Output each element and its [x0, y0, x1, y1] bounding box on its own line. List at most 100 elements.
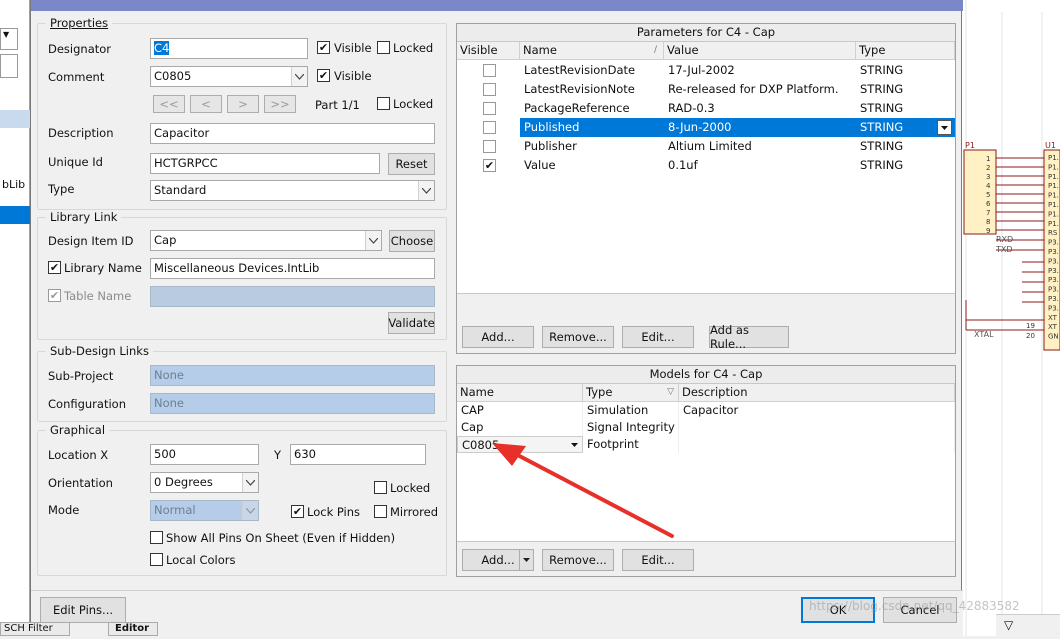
- parameter-type-cell: STRING: [860, 63, 904, 77]
- parameter-row[interactable]: LatestRevisionDate 17-Jul-2002 STRING: [457, 61, 955, 80]
- designator-locked-checkbox[interactable]: [377, 41, 390, 54]
- p1-pin-number: 9: [986, 227, 990, 235]
- parameter-visible-checkbox[interactable]: [483, 121, 496, 134]
- model-row[interactable]: Cap Signal Integrity: [457, 419, 955, 436]
- prev-part-button[interactable]: <: [190, 95, 222, 113]
- model-remove-button[interactable]: Remove...: [542, 549, 614, 571]
- validate-button[interactable]: Validate: [388, 312, 435, 334]
- edit-pins-button[interactable]: Edit Pins...: [40, 597, 126, 623]
- reset-button[interactable]: Reset: [388, 153, 435, 175]
- parameter-row[interactable]: Published 8-Jun-2000 STRING: [457, 118, 955, 137]
- type-select[interactable]: Standard: [150, 180, 435, 201]
- param-col-value[interactable]: Value: [664, 42, 856, 60]
- p1-pin-number: 4: [986, 182, 991, 190]
- parameter-row[interactable]: PackageReference RAD-0.3 STRING: [457, 99, 955, 118]
- model-row[interactable]: CAP Simulation Capacitor: [457, 402, 955, 419]
- param-col-name[interactable]: Name ∕: [520, 42, 664, 60]
- designator-input[interactable]: C4: [150, 38, 308, 59]
- graphical-locked-checkbox[interactable]: [374, 481, 387, 494]
- parameter-row[interactable]: ✔ Value 0.1uf STRING: [457, 156, 955, 175]
- sub-project-value: None: [154, 368, 185, 382]
- type-value: Standard: [154, 183, 207, 197]
- toolbar-field[interactable]: [0, 54, 18, 78]
- model-col-type[interactable]: Type ▽: [583, 384, 679, 402]
- library-name-checkbox[interactable]: ✔: [48, 261, 61, 274]
- library-link-group-title: Library Link: [46, 210, 122, 224]
- designator-locked-label: Locked: [393, 41, 434, 55]
- add-as-rule-button[interactable]: Add as Rule...: [709, 323, 789, 351]
- location-x-input[interactable]: 500: [150, 444, 259, 465]
- location-y-label: Y: [274, 448, 282, 462]
- tab-editor[interactable]: Editor: [108, 622, 158, 636]
- first-part-button[interactable]: <<: [153, 95, 185, 113]
- funnel-icon[interactable]: ▽: [1004, 618, 1013, 632]
- chevron-down-icon[interactable]: [291, 67, 307, 86]
- param-edit-button[interactable]: Edit...: [622, 326, 694, 348]
- comment-visible-checkbox[interactable]: ✔: [317, 69, 330, 82]
- mode-select[interactable]: Normal: [150, 500, 259, 521]
- param-col-name-label: Name: [523, 43, 557, 57]
- design-item-id-combobox[interactable]: Cap: [150, 230, 382, 251]
- parameter-visible-checkbox[interactable]: [483, 140, 496, 153]
- chevron-down-icon[interactable]: [242, 501, 258, 520]
- local-colors-checkbox[interactable]: [150, 553, 163, 566]
- configuration-input[interactable]: None: [150, 393, 435, 414]
- model-add-button[interactable]: Add...: [462, 549, 534, 571]
- chevron-down-icon[interactable]: [418, 181, 434, 200]
- tab-sch-filter[interactable]: SCH Filter: [0, 622, 70, 636]
- p1-pin-number: 3: [986, 173, 990, 181]
- panel-header: [0, 110, 30, 128]
- table-name-checkbox[interactable]: ✔: [48, 289, 61, 302]
- designator-visible-checkbox[interactable]: ✔: [317, 41, 330, 54]
- param-add-button[interactable]: Add...: [462, 326, 534, 348]
- description-input[interactable]: Capacitor: [150, 123, 435, 144]
- param-col-visible[interactable]: Visible: [457, 42, 520, 60]
- unique-id-input[interactable]: HCTGRPCC: [150, 153, 380, 174]
- parameter-row[interactable]: Publisher Altium Limited STRING: [457, 137, 955, 156]
- model-edit-label: Edit...: [641, 553, 675, 567]
- orientation-select[interactable]: 0 Degrees: [150, 472, 259, 493]
- chevron-down-icon[interactable]: [937, 120, 952, 135]
- p1-pin-number: 5: [986, 191, 990, 199]
- model-col-description[interactable]: Description: [679, 384, 955, 402]
- u1-pin-label: P3.: [1048, 276, 1059, 284]
- table-name-input[interactable]: [150, 286, 435, 307]
- schematic-canvas[interactable]: P1 U1 RXD TXD XTAL 19 20 P1. P1. P1. P1. P1.…: [962, 0, 1060, 636]
- chevron-down-icon[interactable]: [365, 231, 381, 250]
- library-name-input[interactable]: Miscellaneous Devices.IntLib: [150, 258, 435, 279]
- lock-pins-checkbox[interactable]: ✔: [291, 505, 304, 518]
- selected-list-item[interactable]: [0, 206, 30, 224]
- designator-label: Designator: [48, 42, 112, 56]
- comment-combobox[interactable]: C0805: [150, 66, 308, 87]
- param-edit-label: Edit...: [641, 330, 675, 344]
- part-locked-checkbox[interactable]: [377, 97, 390, 110]
- parameter-row[interactable]: LatestRevisionNote Re-released for DXP Pl…: [457, 80, 955, 99]
- parameter-visible-checkbox[interactable]: [483, 102, 496, 115]
- library-item-label[interactable]: bLib: [2, 178, 25, 191]
- sub-project-input[interactable]: None: [150, 365, 435, 386]
- parameter-visible-checkbox[interactable]: [483, 83, 496, 96]
- mirrored-checkbox[interactable]: [374, 505, 387, 518]
- parameter-visible-checkbox[interactable]: ✔: [483, 159, 496, 172]
- chevron-down-icon[interactable]: [519, 550, 533, 570]
- next-part-button[interactable]: >: [227, 95, 259, 113]
- parameter-value-cell: Re-released for DXP Platform.: [668, 82, 839, 96]
- param-remove-button[interactable]: Remove...: [542, 326, 614, 348]
- u1-pin-label: P3.: [1048, 286, 1059, 294]
- toolbar-dropdown[interactable]: ▼: [0, 28, 18, 50]
- last-part-button[interactable]: >>: [264, 95, 296, 113]
- location-y-input[interactable]: 630: [290, 444, 426, 465]
- local-colors-label: Local Colors: [166, 553, 236, 567]
- model-edit-button[interactable]: Edit...: [622, 549, 694, 571]
- parameter-name-cell: Published: [520, 118, 664, 137]
- chevron-down-icon[interactable]: [242, 473, 258, 492]
- p1-pin-number: 2: [986, 164, 990, 172]
- model-col-name[interactable]: Name: [457, 384, 583, 402]
- pin-19-label: 19: [1026, 322, 1035, 330]
- library-name-label: Library Name: [64, 261, 142, 275]
- show-all-pins-checkbox[interactable]: [150, 531, 163, 544]
- choose-button[interactable]: Choose: [389, 230, 435, 252]
- designator-value: C4: [154, 41, 170, 55]
- parameter-visible-checkbox[interactable]: [483, 64, 496, 77]
- param-col-type[interactable]: Type: [856, 42, 955, 60]
